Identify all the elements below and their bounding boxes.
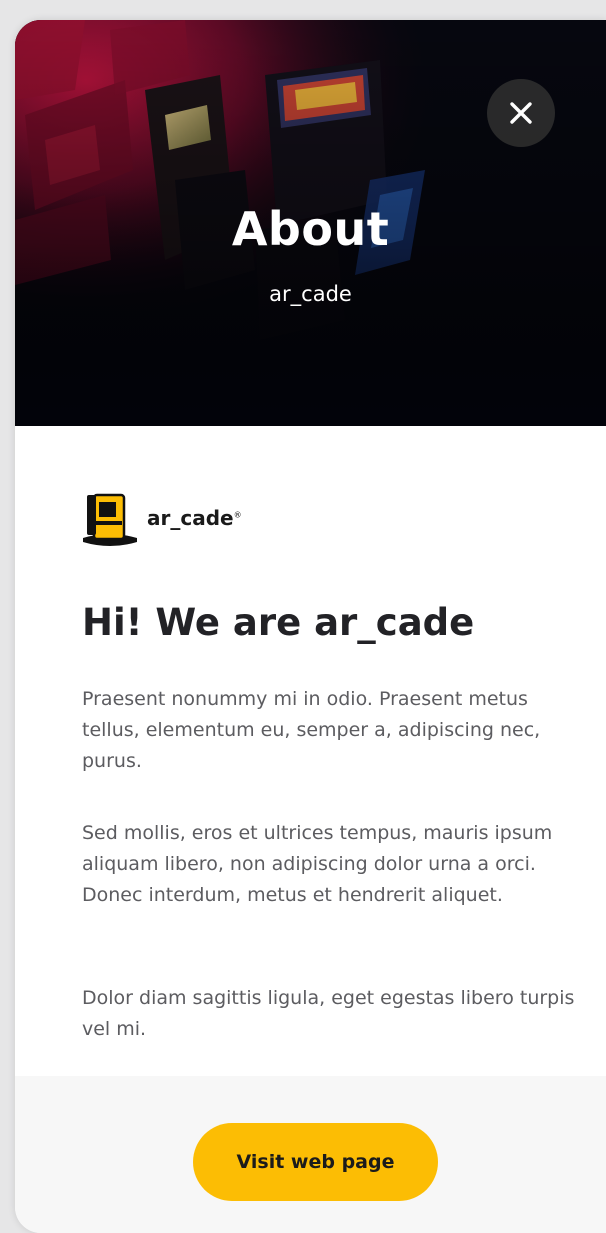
content-heading: Hi! We are ar_cade xyxy=(82,601,475,644)
brand-logo: ar_cade® xyxy=(81,492,242,548)
body-paragraph: Praesent nonummy mi in odio. Praesent me… xyxy=(82,688,541,772)
page-subtitle: ar_cade xyxy=(269,282,352,306)
registered-mark: ® xyxy=(233,510,242,520)
close-icon xyxy=(510,102,532,124)
footer-bar: Visit web page xyxy=(15,1076,606,1233)
about-panel: About ar_cade ar_cade® Hi! We are ar_cad… xyxy=(15,20,606,1233)
page-title: About xyxy=(231,202,390,256)
arcade-cabinet-icon xyxy=(83,493,137,546)
body-paragraph: Dolor diam sagittis ligula, eget egestas… xyxy=(82,987,575,1040)
close-button[interactable] xyxy=(487,79,555,147)
brand-name: ar_cade® xyxy=(147,506,242,530)
visit-web-page-button[interactable]: Visit web page xyxy=(193,1123,438,1201)
body-paragraph: Sed mollis, eros et ultrices tempus, mau… xyxy=(82,822,553,906)
hero-banner: About ar_cade xyxy=(15,20,606,426)
